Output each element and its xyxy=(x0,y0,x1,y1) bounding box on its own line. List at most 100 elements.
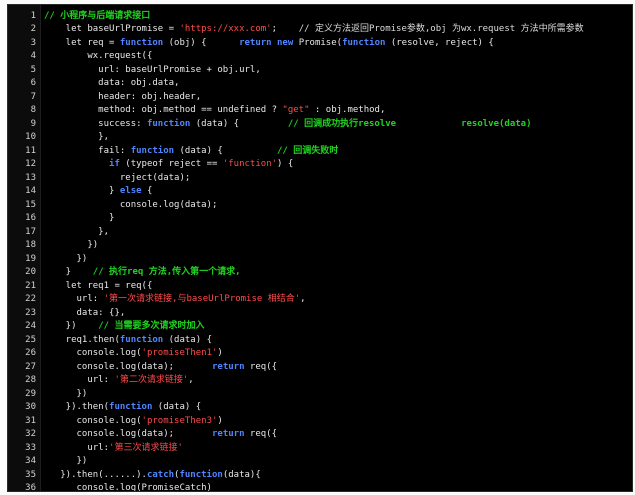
code-token: (data) { xyxy=(152,402,202,412)
code-token: (data) { xyxy=(174,145,278,156)
code-token: }).then(......). xyxy=(44,469,147,480)
code-string: '第二次请求链接' xyxy=(114,375,189,385)
code-keyword: function xyxy=(130,145,175,156)
code-text: } else { xyxy=(44,185,152,199)
code-token: console.log( xyxy=(44,415,142,426)
code-line: 15 console.log(data); xyxy=(8,199,632,213)
line-number: 13 xyxy=(25,172,36,183)
code-token: wx.request({ xyxy=(44,51,153,61)
line-number: 17 xyxy=(25,226,36,237)
code-line: 20 } // 执行req 方法,传入第一个请求, xyxy=(8,266,632,280)
line-number: 14 xyxy=(25,186,36,196)
code-line: 12 if (typeof reject == 'function') { xyxy=(8,158,632,172)
code-token: , xyxy=(188,375,194,385)
code-text: header: obj.header, xyxy=(44,91,201,105)
code-comment: // 回调成功执行resolve resolve(data) xyxy=(287,118,532,129)
code-comment: // 回调失败时 xyxy=(277,145,339,156)
line-number: 3 xyxy=(30,37,36,48)
line-number: 22 xyxy=(25,294,36,304)
code-text: if (typeof reject == 'function') { xyxy=(44,158,293,172)
code-line: 13 reject(data); xyxy=(8,172,632,186)
code-text: url:'第三次请求链接' xyxy=(44,442,183,456)
code-text: console.log('promiseThen3') xyxy=(44,415,223,429)
code-comment: // 定义方法返回Promise参数,obj 为wx.request 方法中所需… xyxy=(298,24,584,34)
code-token: console.log( xyxy=(44,348,142,358)
code-line: 1 // 小程序与后端请求接口 xyxy=(8,10,632,24)
code-text: }).then(......).catch(function(data){ xyxy=(44,469,261,483)
code-line: 8 method: obj.method == undefined ? "get… xyxy=(8,104,632,118)
code-comment: // 小程序与后端请求接口 xyxy=(44,10,151,21)
code-text: data: obj.data, xyxy=(44,77,179,91)
code-token: ) xyxy=(217,415,223,426)
code-text: url: '第二次请求链接', xyxy=(44,374,194,388)
code-line: 24 }) // 当需要多次请求时加入 xyxy=(8,320,632,334)
code-line: 33 url:'第三次请求链接' xyxy=(8,442,632,456)
code-text: method: obj.method == undefined ? "get" … xyxy=(44,104,385,118)
line-number: 1 xyxy=(30,10,36,21)
line-number: 18 xyxy=(25,240,36,250)
code-string: 'function' xyxy=(222,159,278,169)
code-token: console.log(data); xyxy=(44,199,218,210)
code-token: } xyxy=(44,267,93,277)
code-token: }) xyxy=(44,321,99,331)
code-line: 10 }, xyxy=(8,131,632,145)
code-text: } // 执行req 方法,传入第一个请求, xyxy=(44,266,241,280)
line-number: 11 xyxy=(25,145,36,156)
line-number: 25 xyxy=(25,334,36,345)
code-line: 5 url: baseUrlPromise + obj.url, xyxy=(8,64,632,78)
code-string: "get" xyxy=(282,105,310,115)
code-text: data: {}, xyxy=(44,307,126,321)
line-number: 26 xyxy=(25,348,36,358)
code-token: Promise( xyxy=(293,37,343,48)
line-number: 31 xyxy=(25,415,36,426)
line-number: 34 xyxy=(25,456,36,466)
code-text: let req = function (obj) { return new Pr… xyxy=(44,37,494,51)
code-line: 25 req1.then(function (data) { xyxy=(8,334,632,348)
code-text: } xyxy=(44,212,114,226)
code-text: }) xyxy=(44,239,98,253)
code-token: { xyxy=(141,186,153,196)
line-number: 28 xyxy=(25,375,36,385)
code-token: (resolve, reject) { xyxy=(385,37,494,48)
code-text: fail: function (data) { // 回调失败时 xyxy=(44,145,338,159)
code-screenshot: 1 // 小程序与后端请求接口 2 let baseUrlPromise = 'ht… xyxy=(0,0,635,495)
code-token: url: xyxy=(44,375,115,385)
code-keyword: catch xyxy=(146,469,175,480)
code-keyword: function xyxy=(146,118,191,129)
line-number: 10 xyxy=(25,132,36,142)
code-line: 31 console.log('promiseThen3') xyxy=(8,415,632,429)
code-line: 11 fail: function (data) { // 回调失败时 xyxy=(8,145,632,159)
code-line: 16 } xyxy=(8,212,632,226)
code-editor: 1 // 小程序与后端请求接口 2 let baseUrlPromise = 'ht… xyxy=(7,4,633,492)
code-string: 'promiseThen3' xyxy=(141,415,218,426)
code-token: }, xyxy=(44,132,110,142)
line-number: 15 xyxy=(25,199,36,210)
code-token: req1.then( xyxy=(44,334,120,345)
code-keyword: new xyxy=(277,37,294,48)
code-line: 3 let req = function (obj) { return new … xyxy=(8,37,632,51)
code-text: success: function (data) { // 回调成功执行reso… xyxy=(44,118,532,132)
code-token: let req = xyxy=(44,37,120,48)
code-token: ) xyxy=(217,348,223,358)
line-number: 19 xyxy=(25,253,36,264)
code-token: reject(data); xyxy=(44,172,191,183)
code-keyword: function xyxy=(179,469,223,480)
code-line: 34 }) xyxy=(8,455,632,469)
code-line: 27 console.log(data); return req({ xyxy=(8,361,632,375)
code-string: '第一次请求链接,与baseUrlPromise 相结合' xyxy=(103,294,301,304)
code-text: }) xyxy=(44,388,88,402)
code-token: data: {}, xyxy=(44,307,126,318)
code-text: let baseUrlPromise = 'https://xxx.com'; … xyxy=(44,23,584,37)
code-text: url: '第一次请求链接,与baseUrlPromise 相结合', xyxy=(44,293,306,307)
line-number: 32 xyxy=(25,429,36,439)
code-comment: // 当需要多次请求时加入 xyxy=(98,321,205,331)
code-line: 23 data: {}, xyxy=(8,307,632,321)
line-number: 29 xyxy=(25,388,36,399)
code-line: 26 console.log('promiseThen1') xyxy=(8,347,632,361)
line-number: 5 xyxy=(30,64,36,75)
line-number: 36 xyxy=(25,483,36,492)
code-token: }) xyxy=(44,253,88,264)
line-number: 12 xyxy=(25,159,36,169)
line-number: 21 xyxy=(25,280,36,291)
code-string: 'https://xxx.com' xyxy=(179,24,272,34)
